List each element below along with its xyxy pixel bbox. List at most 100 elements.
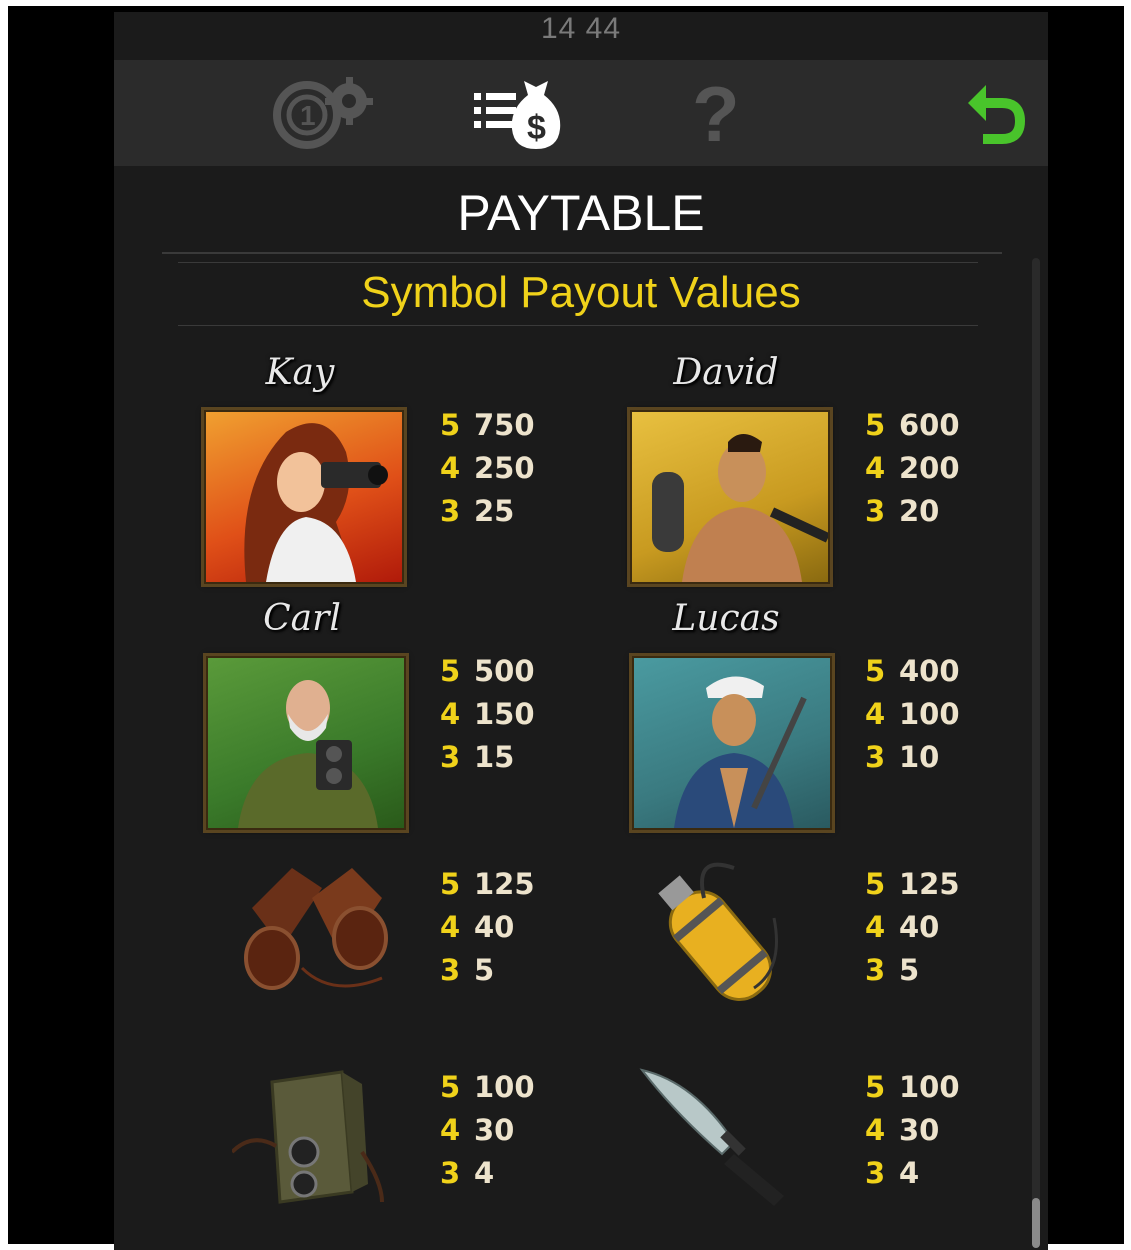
pay-value: 5 [474, 953, 495, 987]
pay-row: 3 20 [865, 490, 960, 533]
pay-value: 250 [474, 451, 535, 485]
pay-row: 3 25 [440, 490, 535, 533]
pay-row: 5 500 [440, 650, 535, 693]
paytable-button[interactable]: $ [459, 68, 569, 158]
pay-count: 4 [440, 697, 461, 731]
pay-value: 750 [474, 408, 535, 442]
svg-text:?: ? [692, 73, 740, 153]
pay-value: 150 [474, 697, 535, 731]
pay-value: 600 [899, 408, 960, 442]
pay-value: 25 [474, 494, 515, 528]
pay-row: 4 30 [440, 1109, 535, 1152]
pay-value: 30 [474, 1113, 515, 1147]
pay-row: 4 100 [865, 693, 960, 736]
pay-value: 200 [899, 451, 960, 485]
paylist-carl: 5 500 4 150 3 15 [440, 650, 535, 779]
pay-row: 34 [865, 1152, 960, 1195]
pay-row: 5 400 [865, 650, 960, 693]
pay-count: 5 [440, 867, 461, 901]
pay-count: 3 [440, 953, 461, 987]
pay-row: 4 40 [865, 906, 960, 949]
pay-count: 3 [440, 740, 461, 774]
pay-count: 4 [440, 1113, 461, 1147]
pay-row: 4 40 [440, 906, 535, 949]
divider [178, 262, 978, 263]
pay-count: 4 [440, 451, 461, 485]
symbol-name-carl: Carl [263, 598, 341, 639]
scrollbar[interactable] [1032, 258, 1040, 1248]
camera-icon [230, 1062, 392, 1212]
pay-count: 5 [440, 408, 461, 442]
svg-text:$: $ [527, 109, 546, 147]
help-button[interactable]: ? [674, 68, 754, 158]
game-screen: 14 44 1 $ ? PAYTABLE Symbol Payout Value… [114, 12, 1048, 1250]
pay-value: 4 [474, 1156, 495, 1190]
back-button[interactable] [949, 68, 1039, 158]
bet-settings-button[interactable]: 1 [264, 68, 384, 158]
paylist-david: 5 600 4 200 3 20 [865, 404, 960, 533]
oxygen-tank-icon [634, 858, 794, 1008]
pay-row: 5 750 [440, 404, 535, 447]
paylist-lucas: 5 400 4 100 3 10 [865, 650, 960, 779]
section-title: Symbol Payout Values [361, 268, 801, 317]
pay-count: 4 [865, 451, 886, 485]
question-icon: ? [692, 73, 740, 153]
divider [178, 325, 978, 326]
scrollbar-thumb[interactable] [1032, 1198, 1040, 1248]
pay-row: 5 600 [865, 404, 960, 447]
pay-value: 500 [474, 654, 535, 688]
pay-value: 5 [899, 953, 920, 987]
pay-count: 5 [865, 867, 886, 901]
paylist-binoculars: 5 125 4 40 35 [440, 863, 535, 992]
toolbar: 1 $ ? [114, 60, 1048, 166]
symbol-name-lucas: Lucas [672, 598, 780, 639]
pay-value: 40 [474, 910, 515, 944]
pay-value: 125 [899, 867, 960, 901]
paylist-oxygen-tank: 5 125 4 40 35 [865, 863, 960, 992]
status-time: 14 44 [540, 12, 622, 45]
pay-row: 4 200 [865, 447, 960, 490]
pay-row: 4 250 [440, 447, 535, 490]
paylist-knife: 5 100 4 30 34 [865, 1066, 960, 1195]
pay-row: 5 125 [865, 863, 960, 906]
david-portrait-icon [630, 410, 830, 584]
pay-value: 10 [899, 740, 940, 774]
pay-count: 4 [865, 697, 886, 731]
pay-value: 400 [899, 654, 960, 688]
pay-count: 5 [865, 654, 886, 688]
pay-value: 20 [899, 494, 940, 528]
pay-row: 5 100 [865, 1066, 960, 1109]
pay-value: 15 [474, 740, 515, 774]
knife-icon [634, 1062, 804, 1212]
pay-row: 35 [865, 949, 960, 992]
money-bag-list-icon: $ [474, 81, 561, 149]
pay-value: 125 [474, 867, 535, 901]
lucas-portrait-icon [632, 656, 832, 830]
pay-row: 4 150 [440, 693, 535, 736]
pay-count: 5 [865, 1070, 886, 1104]
pay-row: 5 125 [440, 863, 535, 906]
pay-row: 3 10 [865, 736, 960, 779]
paylist-camera: 5 100 4 30 34 [440, 1066, 535, 1195]
page-title: PAYTABLE [457, 185, 705, 241]
pay-row: 4 30 [865, 1109, 960, 1152]
binoculars-icon [232, 858, 392, 998]
symbol-name-kay: Kay [265, 352, 335, 393]
pay-value: 100 [474, 1070, 535, 1104]
return-arrow-icon [968, 85, 1026, 144]
paylist-kay: 5 750 4 250 3 25 [440, 404, 535, 533]
pay-value: 40 [899, 910, 940, 944]
pay-value: 100 [899, 1070, 960, 1104]
pay-value: 30 [899, 1113, 940, 1147]
pay-count: 3 [865, 953, 886, 987]
pay-row: 3 15 [440, 736, 535, 779]
svg-text:1: 1 [300, 100, 316, 131]
kay-portrait-icon [204, 410, 404, 584]
pay-count: 3 [440, 494, 461, 528]
pay-count: 5 [440, 1070, 461, 1104]
pay-count: 4 [865, 910, 886, 944]
pay-count: 5 [440, 654, 461, 688]
carl-portrait-icon [206, 656, 406, 830]
pay-row: 35 [440, 949, 535, 992]
pay-count: 3 [440, 1156, 461, 1190]
